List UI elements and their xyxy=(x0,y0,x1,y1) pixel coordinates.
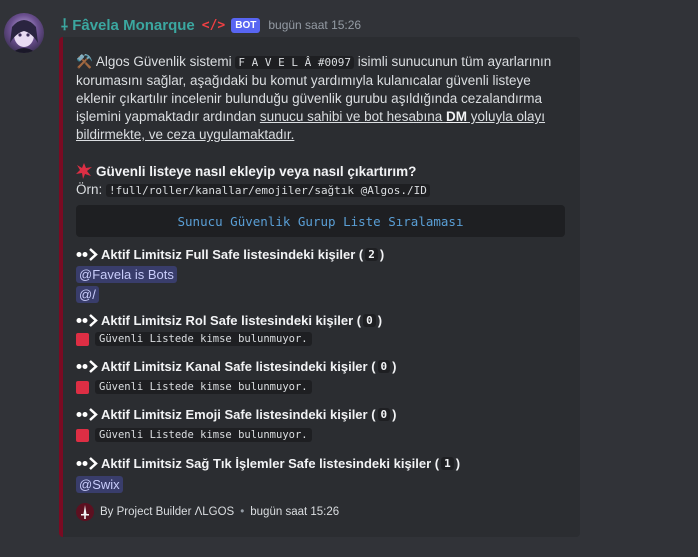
question-heading: Güvenli listeye nasıl ekleyip veya nasıl… xyxy=(76,163,416,179)
section-full-safe-title: Aktif Limitsiz Full Safe listesindeki ki… xyxy=(76,247,384,262)
section-title-close: ) xyxy=(392,407,397,422)
section-title-text: Aktif Limitsiz Full Safe listesindeki ki… xyxy=(101,247,364,262)
avatar-image xyxy=(10,20,38,53)
section-title-close: ) xyxy=(392,359,397,374)
section-title-text: Aktif Limitsiz Kanal Safe listesindeki k… xyxy=(101,359,376,374)
explosion-icon xyxy=(76,163,92,179)
user-mention[interactable]: @Swix xyxy=(76,476,123,493)
footer-sword-icon xyxy=(76,503,94,521)
empty-list-notice: Güvenli Listede kimse bulunmuyor. xyxy=(76,380,312,394)
arrow-icon xyxy=(76,408,98,421)
embed-card: ⚒️ Algos Güvenlik sistemi F A V E L Â #0… xyxy=(59,37,580,537)
empty-list-notice: Güvenli Listede kimse bulunmuyor. xyxy=(76,428,312,442)
question-text: Güvenli listeye nasıl ekleyip veya nasıl… xyxy=(96,163,417,179)
arrow-icon xyxy=(76,360,98,373)
example-command: !full/roller/kanallar/emojiler/sağtık @A… xyxy=(106,184,430,197)
example-label: Örn: xyxy=(76,182,107,197)
server-code: F A V E L Â #0097 xyxy=(235,56,354,69)
section-emoji-safe-title: Aktif Limitsiz Emoji Safe listesindeki k… xyxy=(76,407,397,422)
message-header: ⸸ Fâvela Monarque </> BOT bugün saat 15:… xyxy=(61,16,361,34)
arrow-icon xyxy=(76,457,98,470)
embed-footer: By Project Builder ΛLGOS • bugün saat 15… xyxy=(76,503,339,521)
section-title-close: ) xyxy=(377,313,383,328)
description-dm: DM xyxy=(445,109,467,124)
description-text: Algos Güvenlik sistemi xyxy=(92,54,236,69)
red-square-icon xyxy=(76,380,89,394)
embed-description: ⚒️ Algos Güvenlik sistemi F A V E L Â #0… xyxy=(76,53,572,144)
bot-badge: BOT xyxy=(231,17,261,33)
section-title-text: Aktif Limitsiz Rol Safe listesindeki kiş… xyxy=(101,313,362,328)
code-block: Sunucu Güvenlik Gurup Liste Sıralaması xyxy=(76,205,565,237)
red-square-icon xyxy=(76,428,89,442)
section-right-click-safe-title: Aktif Limitsiz Sağ Tık İşlemler Safe lis… xyxy=(76,456,460,471)
arrow-icon xyxy=(76,314,98,327)
footer-text: By Project Builder ΛLGOS xyxy=(100,506,235,518)
footer-timestamp: bugün saat 15:26 xyxy=(250,506,340,518)
section-count: 1 xyxy=(441,457,454,470)
section-role-safe-title: Aktif Limitsiz Rol Safe listesindeki kiş… xyxy=(76,313,382,328)
footer-separator: • xyxy=(240,506,245,518)
arrow-icon xyxy=(76,248,98,261)
section-count: 0 xyxy=(377,408,391,421)
example-line: Örn: !full/roller/kanallar/emojiler/sağt… xyxy=(76,182,430,197)
section-title-close: ) xyxy=(455,456,461,471)
user-mention[interactable]: @Favela is Bots xyxy=(76,266,177,283)
section-title-text: Aktif Limitsiz Emoji Safe listesindeki k… xyxy=(101,407,376,422)
empty-list-notice: Güvenli Listede kimse bulunmuyor. xyxy=(76,332,312,346)
code-block-text: Sunucu Güvenlik Gurup Liste Sıralaması xyxy=(177,213,464,229)
section-count: 0 xyxy=(377,360,391,373)
section-title-close: ) xyxy=(379,247,385,262)
code-tag-icon: </> xyxy=(201,17,226,33)
section-channel-safe-title: Aktif Limitsiz Kanal Safe listesindeki k… xyxy=(76,359,397,374)
user-mention[interactable]: @/ xyxy=(76,286,99,303)
author-name[interactable]: ⸸ Fâvela Monarque xyxy=(61,15,195,35)
empty-list-text: Güvenli Listede kimse bulunmuyor. xyxy=(95,380,312,394)
author-avatar[interactable] xyxy=(4,13,44,53)
section-count: 0 xyxy=(363,314,376,327)
empty-list-text: Güvenli Listede kimse bulunmuyor. xyxy=(95,428,312,442)
hammer-pick-icon: ⚒️ xyxy=(76,54,93,69)
description-underline-1: sunucu sahibi ve bot hesabına xyxy=(259,109,446,124)
section-title-text: Aktif Limitsiz Sağ Tık İşlemler Safe lis… xyxy=(101,456,440,471)
section-count: 2 xyxy=(365,248,378,261)
empty-list-text: Güvenli Listede kimse bulunmuyor. xyxy=(95,332,312,346)
red-square-icon xyxy=(76,332,89,346)
message-timestamp[interactable]: bugün saat 15:26 xyxy=(268,18,361,32)
